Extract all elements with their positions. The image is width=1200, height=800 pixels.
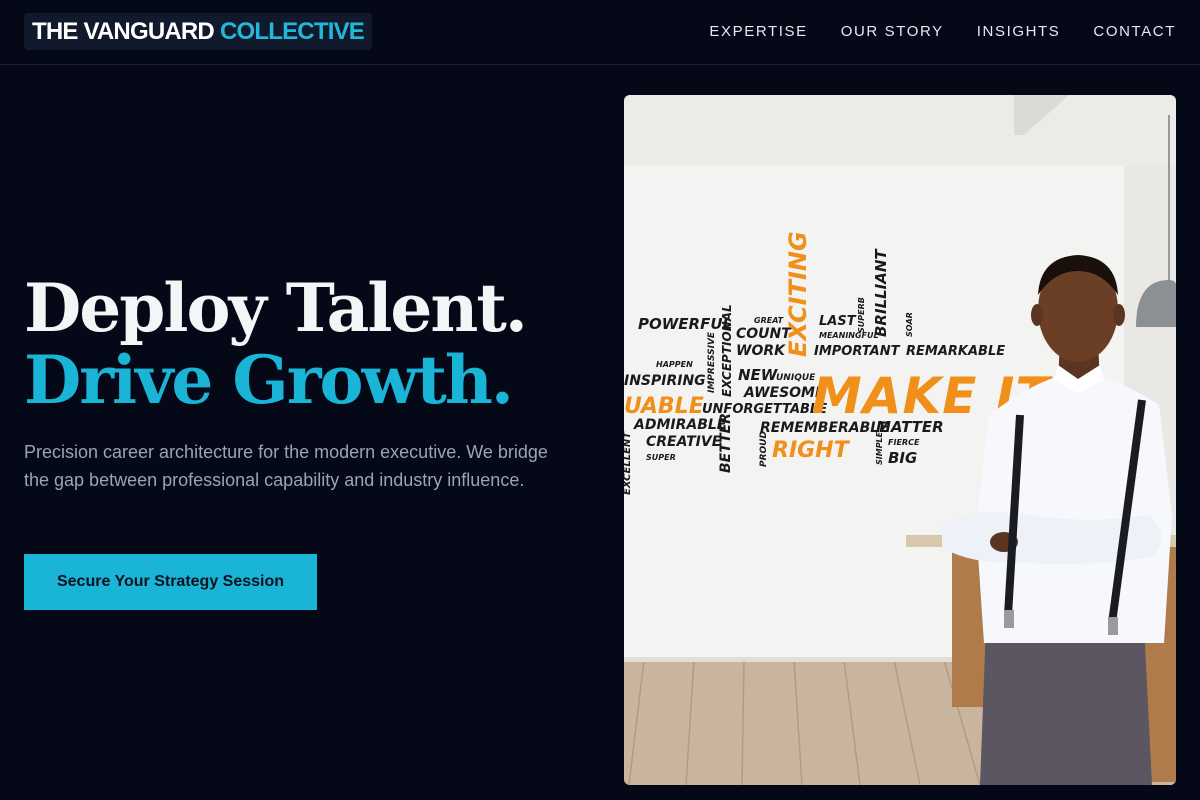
word-big: BIG xyxy=(888,449,917,467)
brand-name-primary: THE VANGUARD xyxy=(32,17,215,45)
brand-name-accent: COLLECTIVE xyxy=(219,17,365,45)
hero-photo: POWERFUL GREAT COUNT WORK LAST MEANINGFU… xyxy=(624,95,1176,785)
hero-subtitle: Precision career architecture for the mo… xyxy=(24,442,548,490)
word-brilliant: BRILLIANT xyxy=(872,248,890,337)
word-exceptional: EXCEPTIONAL xyxy=(720,304,734,397)
word-admirable: ADMIRABLE xyxy=(633,417,727,433)
word-better: BETTER xyxy=(718,413,734,473)
word-new: NEW xyxy=(738,366,779,384)
word-superb: SUPERB xyxy=(857,297,866,333)
strategy-session-button[interactable]: Secure Your Strategy Session xyxy=(24,554,317,610)
brand-logo[interactable]: THE VANGUARD COLLECTIVE xyxy=(24,13,372,50)
nav-link-insights[interactable]: INSIGHTS xyxy=(977,23,1061,40)
word-important: IMPORTANT xyxy=(814,344,901,359)
word-remarkable: REMARKABLE xyxy=(906,344,1005,359)
word-proud: PROUD xyxy=(759,431,769,467)
nav-link-expertise[interactable]: EXPERTISE xyxy=(709,23,807,40)
word-happen: HAPPEN xyxy=(656,360,693,369)
site-header: THE VANGUARD COLLECTIVE EXPERTISE OUR ST… xyxy=(0,0,1200,65)
word-exciting: EXCITING xyxy=(784,231,812,357)
word-soar: SOAR xyxy=(905,312,914,337)
main-nav: EXPERTISE OUR STORY INSIGHTS CONTACT xyxy=(709,0,1176,62)
word-unique: UNIQUE xyxy=(776,373,816,383)
word-great: GREAT xyxy=(754,316,784,325)
word-super: SUPER xyxy=(646,453,676,462)
hero-headline: Deploy Talent. Drive Growth. xyxy=(24,269,528,419)
word-work: WORK xyxy=(736,343,786,359)
word-last: LAST xyxy=(819,314,857,329)
hero-headline-line2: Drive Growth. xyxy=(24,341,514,419)
word-creative: CREATIVE xyxy=(646,434,722,450)
word-excellent: EXCELLENT xyxy=(624,431,633,495)
word-powerful: POWERFUL xyxy=(638,315,732,333)
nav-link-our-story[interactable]: OUR STORY xyxy=(841,23,944,40)
word-inspiring: INSPIRING xyxy=(624,373,706,389)
word-fierce: FIERCE xyxy=(888,438,920,447)
nav-link-contact[interactable]: CONTACT xyxy=(1093,23,1176,40)
hero-headline-line1: Deploy Talent. xyxy=(24,269,528,347)
word-uable: UABLE xyxy=(624,394,704,419)
word-simple: SIMPLE xyxy=(875,431,884,465)
word-meaningful: MEANINGFUL xyxy=(819,331,879,340)
word-impressive: IMPRESSIVE xyxy=(707,331,717,393)
word-right: RIGHT xyxy=(772,438,851,463)
